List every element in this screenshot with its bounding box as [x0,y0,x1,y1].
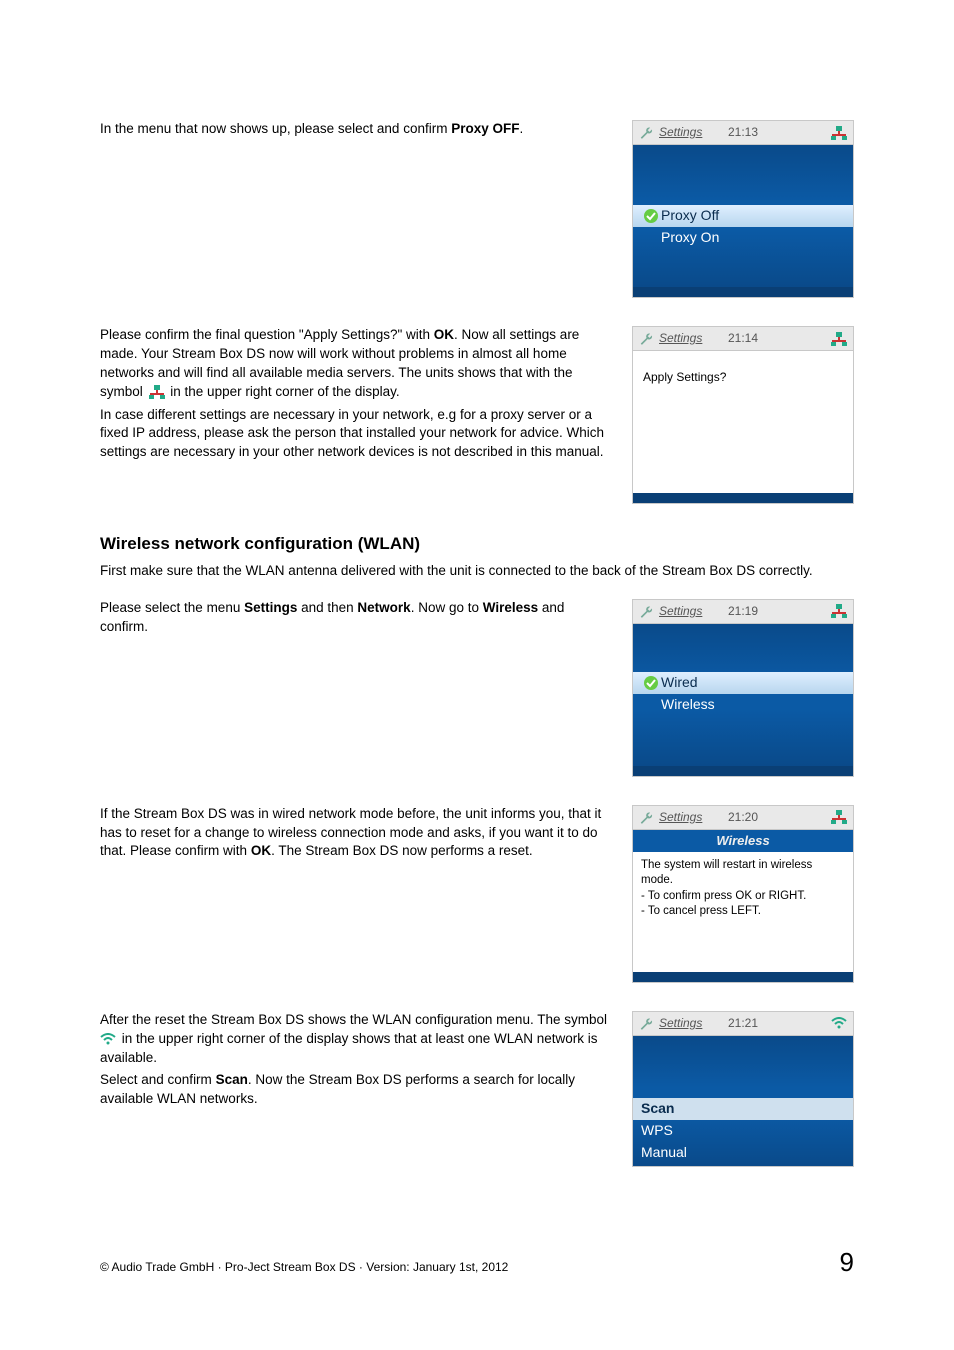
text: . The Stream Box DS now performs a reset… [271,843,533,858]
page-footer: © Audio Trade GmbH · Pro-Ject Stream Box… [100,1244,854,1280]
text: Select and confirm [100,1072,216,1087]
device-topbar: Settings 21:13 [633,121,853,145]
device-bottombar [633,287,853,297]
paragraph: First make sure that the WLAN antenna de… [100,562,854,581]
device-clock: 21:13 [728,124,758,141]
text: . Now go to [411,600,483,615]
menu-item-manual: Manual [633,1142,853,1164]
message-line: - To confirm press OK or RIGHT. [641,889,845,905]
device-body: Proxy Off Proxy On [633,145,853,287]
lan-icon [149,384,169,399]
device-bottombar [633,493,853,503]
paragraph: Please confirm the final question "Apply… [100,326,608,402]
device-bottombar [633,766,853,776]
device-screenshot-network: Settings 21:19 Wired [632,599,854,777]
device-title: Settings [659,124,702,141]
check-icon [641,675,661,691]
device-clock: 21:14 [728,330,758,347]
device-screenshot-apply: Settings 21:14 Apply Settings? [632,326,854,504]
device-title: Settings [659,603,702,620]
menu-label: WPS [641,1121,673,1141]
wrench-icon [639,330,653,347]
paragraph: In the menu that now shows up, please se… [100,120,608,139]
text-bold: Wireless [483,600,538,615]
menu-label: Proxy Off [661,206,719,226]
menu-label: Wired [661,673,698,693]
device-body: Scan WPS Manual [633,1036,853,1166]
device-topbar: Settings 21:21 [633,1012,853,1036]
menu-label: Wireless [661,695,715,715]
message-body: The system will restart in wireless mode… [633,852,853,926]
device-title: Settings [659,1015,702,1032]
wrench-icon [639,809,653,826]
device-topbar: Settings 21:14 [633,327,853,351]
device-body: Apply Settings? [633,351,853,493]
text-bold: Proxy OFF [451,121,519,136]
device-topbar: Settings 21:20 [633,806,853,830]
text-bold: OK [434,327,454,342]
device-clock: 21:21 [728,1015,758,1032]
device-screenshot-proxy: Settings 21:13 Proxy Off [632,120,854,298]
lan-icon [831,810,847,824]
check-icon [641,208,661,224]
device-subtitle: Wireless [633,830,853,852]
paragraph: After the reset the Stream Box DS shows … [100,1011,608,1068]
text: in the upper right corner of the display… [170,384,399,399]
device-screenshot-restart: Settings 21:20 Wireless The system will … [632,805,854,983]
menu-item-wps: WPS [633,1120,853,1142]
page-number: 9 [840,1244,854,1280]
text-bold: Network [357,600,410,615]
paragraph: Select and confirm Scan. Now the Stream … [100,1071,608,1109]
text-bold: OK [251,843,271,858]
paragraph: In case different settings are necessary… [100,406,608,463]
paragraph: Please select the menu Settings and then… [100,599,608,637]
device-title: Settings [659,809,702,826]
menu-label: Proxy On [661,228,719,248]
wifi-icon [100,1031,120,1046]
menu-item-wired: Wired [633,672,853,694]
text-bold: Scan [216,1072,248,1087]
heading-wlan: Wireless network configuration (WLAN) [100,532,854,556]
text: and then [297,600,357,615]
device-title: Settings [659,330,702,347]
menu-item-scan: Scan [633,1098,853,1120]
footer-copyright: © Audio Trade GmbH · Pro-Ject Stream Box… [100,1259,508,1276]
device-body: Wireless The system will restart in wire… [633,830,853,972]
lan-icon [831,332,847,346]
text: Please confirm the final question "Apply… [100,327,434,342]
text: Please select the menu [100,600,244,615]
message-line: The system will restart in wireless mode… [641,858,845,889]
text-bold: Settings [244,600,297,615]
menu-label: Manual [641,1143,687,1163]
device-topbar: Settings 21:19 [633,600,853,624]
text: . [519,121,523,136]
device-clock: 21:20 [728,809,758,826]
menu-item-proxy-on: Proxy On [633,227,853,249]
message-line: - To cancel press LEFT. [641,904,845,920]
menu-item-wireless: Wireless [633,694,853,716]
text: After the reset the Stream Box DS shows … [100,1012,607,1027]
text: in the upper right corner of the display… [100,1031,598,1065]
lan-icon [831,604,847,618]
device-body: Wired Wireless [633,624,853,766]
device-clock: 21:19 [728,603,758,620]
wrench-icon [639,124,653,141]
wrench-icon [639,1015,653,1032]
paragraph: If the Stream Box DS was in wired networ… [100,805,608,862]
wifi-icon [831,1017,847,1029]
text: In the menu that now shows up, please se… [100,121,451,136]
menu-item-proxy-off: Proxy Off [633,205,853,227]
wrench-icon [639,603,653,620]
lan-icon [831,126,847,140]
device-screenshot-scan: Settings 21:21 Scan WPS [632,1011,854,1167]
menu-label: Scan [641,1099,674,1119]
device-bottombar [633,972,853,982]
message-text: Apply Settings? [633,351,853,404]
